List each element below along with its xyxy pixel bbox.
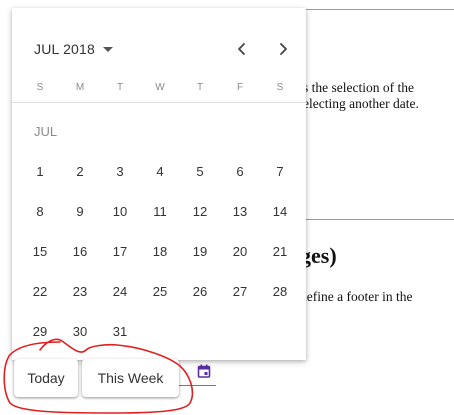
day-cell[interactable]: 19 (180, 231, 220, 271)
chevron-right-icon (280, 43, 287, 55)
day-cell[interactable]: 27 (220, 271, 260, 311)
weekday-divider (12, 102, 306, 103)
day-grid: 1 2 3 4 5 6 7 8 9 10 11 12 13 14 15 16 1… (20, 151, 300, 351)
day-cell[interactable]: 4 (140, 151, 180, 191)
datepicker-popup: JUL 2018 S M T W T F S JUL 1 2 3 4 5 6 7… (12, 8, 306, 360)
day-cell[interactable]: 11 (140, 191, 180, 231)
day-cell[interactable]: 25 (140, 271, 180, 311)
weekday-label: S (36, 82, 44, 93)
weekday-label: T (116, 82, 124, 93)
day-cell[interactable]: 13 (220, 191, 260, 231)
day-cell[interactable]: 15 (20, 231, 60, 271)
day-cell[interactable]: 8 (20, 191, 60, 231)
day-cell[interactable]: 30 (60, 311, 100, 351)
chevron-left-icon (238, 43, 245, 55)
day-cell[interactable]: 2 (60, 151, 100, 191)
weekday-label: F (236, 82, 244, 93)
caret-down-icon (103, 46, 114, 52)
weekday-label: M (75, 82, 85, 93)
day-cell[interactable]: 18 (140, 231, 180, 271)
date-input-underline[interactable] (176, 385, 216, 386)
datepicker-header: JUL 2018 (12, 34, 306, 64)
weekday-label: W (155, 82, 165, 93)
day-cell[interactable]: 16 (60, 231, 100, 271)
day-cell[interactable]: 21 (260, 231, 300, 271)
day-cell[interactable]: 28 (260, 271, 300, 311)
month-year-dropdown[interactable]: JUL 2018 (34, 34, 114, 64)
calendar-icon[interactable] (197, 364, 211, 378)
day-cell[interactable]: 14 (260, 191, 300, 231)
weekday-label: S (276, 82, 284, 93)
day-cell[interactable]: 17 (100, 231, 140, 271)
day-cell[interactable]: 7 (260, 151, 300, 191)
day-cell[interactable]: 22 (20, 271, 60, 311)
weekday-header-row: S M T W T F S (20, 82, 300, 96)
horizontal-rule (295, 9, 454, 10)
doc-text-line: es the selection of the (297, 80, 414, 95)
day-cell[interactable]: 31 (100, 311, 140, 351)
day-cell[interactable]: 24 (100, 271, 140, 311)
day-cell[interactable]: 10 (100, 191, 140, 231)
day-cell[interactable]: 12 (180, 191, 220, 231)
day-cell[interactable]: 3 (100, 151, 140, 191)
month-label: JUL (34, 124, 58, 139)
doc-text-line: electing another date. (303, 96, 419, 111)
weekday-label: T (196, 82, 204, 93)
day-cell[interactable]: 26 (180, 271, 220, 311)
day-cell[interactable]: 29 (20, 311, 60, 351)
horizontal-rule (295, 219, 454, 220)
day-cell[interactable]: 1 (20, 151, 60, 191)
day-cell[interactable]: 23 (60, 271, 100, 311)
doc-text-line: define a footer in the (300, 289, 413, 304)
day-cell[interactable]: 6 (220, 151, 260, 191)
this-week-button[interactable]: This Week (82, 359, 179, 397)
day-cell[interactable]: 9 (60, 191, 100, 231)
day-cell[interactable]: 20 (220, 231, 260, 271)
day-cell[interactable]: 5 (180, 151, 220, 191)
month-year-label: JUL 2018 (34, 41, 96, 57)
next-month-button[interactable] (269, 34, 297, 64)
today-button[interactable]: Today (14, 359, 78, 397)
previous-month-button[interactable] (228, 34, 256, 64)
